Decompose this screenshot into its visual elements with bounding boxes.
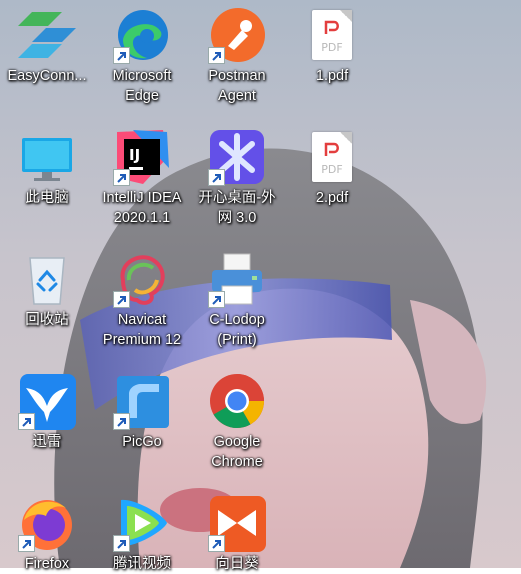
- icon-label: Microsoft Edge: [112, 68, 172, 104]
- icon-label: IntelliJ IDEA 2020.1.1: [102, 190, 182, 226]
- icon-label: 回收站: [25, 312, 69, 328]
- icon-label: 2.pdf: [315, 190, 349, 206]
- pdf-file-icon: PDF: [303, 6, 361, 64]
- desktop-icon-postman-agent[interactable]: Postman Agent: [192, 6, 282, 106]
- desktop-icon-1-pdf[interactable]: PDF 1.pdf: [287, 6, 377, 86]
- this-pc-icon: [18, 128, 76, 186]
- icon-label: 开心桌面-外网 3.0: [198, 190, 276, 226]
- icon-label: C-Lodop (Print): [209, 312, 265, 348]
- intellij-idea-icon: IJ: [113, 128, 171, 186]
- shortcut-arrow-icon: [208, 47, 225, 64]
- tencent-video-icon: [113, 494, 171, 552]
- icon-label: Firefox: [24, 556, 70, 572]
- shortcut-arrow-icon: [208, 535, 225, 552]
- easyconnect-icon: [18, 6, 76, 64]
- shortcut-arrow-icon: [113, 291, 130, 308]
- desktop-icon-sunlogin[interactable]: 向日葵: [192, 494, 282, 574]
- icon-label: Google Chrome: [211, 434, 263, 470]
- happy-desktop-icon: [208, 128, 266, 186]
- desktop-icon-picgo[interactable]: PicGo: [97, 372, 187, 452]
- icon-label: 此电脑: [25, 190, 69, 206]
- pdf-file-icon: PDF: [303, 128, 361, 186]
- thunder-icon: [18, 372, 76, 430]
- shortcut-arrow-icon: [113, 413, 130, 430]
- icon-label: EasyConn...: [7, 68, 87, 84]
- icon-label: 腾讯视频: [113, 556, 171, 572]
- desktop-icon-this-pc[interactable]: 此电脑: [2, 128, 92, 208]
- icon-label: 迅雷: [32, 434, 62, 450]
- desktop-icon-recycle-bin[interactable]: 回收站: [2, 250, 92, 330]
- desktop-icon-c-lodop-print[interactable]: C-Lodop (Print): [192, 250, 282, 350]
- recycle-bin-icon: [18, 250, 76, 308]
- desktop-icon-2-pdf[interactable]: PDF 2.pdf: [287, 128, 377, 208]
- icon-label: 1.pdf: [315, 68, 349, 84]
- shortcut-arrow-icon: [113, 47, 130, 64]
- desktop-icon-tencent-video[interactable]: 腾讯视频: [97, 494, 187, 574]
- desktop-icon-google-chrome[interactable]: Google Chrome: [192, 372, 282, 472]
- chrome-icon: [208, 372, 266, 430]
- navicat-icon: [113, 250, 171, 308]
- shortcut-arrow-icon: [113, 169, 130, 186]
- svg-text:IJ: IJ: [129, 146, 140, 164]
- desktop-icon-navicat[interactable]: Navicat Premium 12: [97, 250, 187, 350]
- desktop-icon-thunder[interactable]: 迅雷: [2, 372, 92, 452]
- shortcut-arrow-icon: [113, 535, 130, 552]
- desktop-icon-microsoft-edge[interactable]: Microsoft Edge: [97, 6, 187, 106]
- picgo-icon: [113, 372, 171, 430]
- icon-label: Postman Agent: [208, 68, 266, 104]
- shortcut-arrow-icon: [208, 291, 225, 308]
- shortcut-arrow-icon: [18, 413, 35, 430]
- shortcut-arrow-icon: [18, 535, 35, 552]
- printer-icon: [208, 250, 266, 308]
- postman-icon: [208, 6, 266, 64]
- firefox-icon: [18, 494, 76, 552]
- desktop-icon-happy-desktop[interactable]: 开心桌面-外网 3.0: [192, 128, 282, 228]
- icon-label: PicGo: [122, 434, 162, 450]
- desktop-icon-intellij-idea[interactable]: IJ IntelliJ IDEA 2020.1.1: [97, 128, 187, 228]
- desktop-icon-easyconnect[interactable]: EasyConn...: [2, 6, 92, 86]
- shortcut-arrow-icon: [208, 169, 225, 186]
- edge-icon: [113, 6, 171, 64]
- icon-label: 向日葵: [215, 556, 259, 572]
- sunlogin-icon: [208, 494, 266, 552]
- desktop-icon-firefox[interactable]: Firefox: [2, 494, 92, 574]
- icon-label: Navicat Premium 12: [102, 312, 182, 348]
